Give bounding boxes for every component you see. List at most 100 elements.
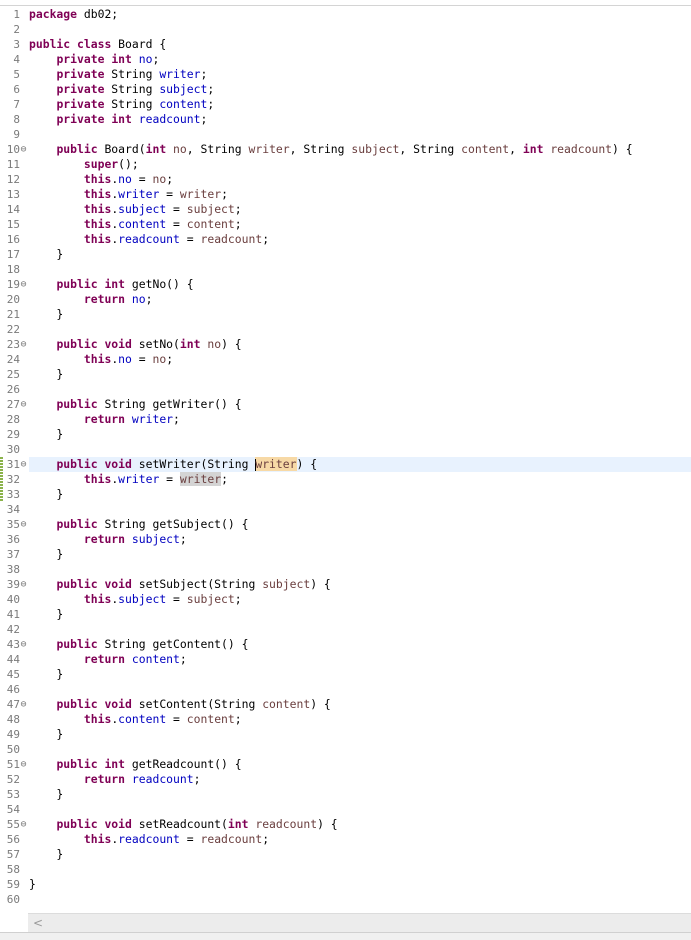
field-token: no — [118, 352, 132, 366]
line-number: 29 — [6, 428, 20, 441]
parameter-token: content — [186, 217, 235, 231]
code-line[interactable]: return writer; — [29, 412, 180, 427]
code-line[interactable]: private String content; — [29, 97, 214, 112]
code-line[interactable]: } — [29, 877, 36, 892]
code-line[interactable]: } — [29, 307, 63, 322]
line-number: 26 — [6, 383, 20, 396]
code-line[interactable]: } — [29, 427, 63, 442]
code-line[interactable]: } — [29, 607, 63, 622]
code-line[interactable]: } — [29, 847, 63, 862]
code-line[interactable]: return subject; — [29, 532, 187, 547]
keyword-token: public — [29, 37, 71, 51]
collapse-minus-icon[interactable]: ⊖ — [19, 142, 28, 157]
code-line[interactable]: super(); — [29, 157, 139, 172]
code-line[interactable]: private String subject; — [29, 82, 214, 97]
line-number: 28 — [6, 413, 20, 426]
field-token: content — [131, 652, 180, 666]
code-line[interactable]: } — [29, 367, 63, 382]
keyword-token: void — [104, 337, 132, 351]
keyword-token: return — [83, 412, 126, 426]
code-line[interactable]: public void setSubject(String subject) { — [29, 577, 330, 592]
scroll-left-arrow-icon[interactable]: < — [32, 915, 44, 931]
code-token: setReadcount( — [131, 817, 228, 831]
code-token: ) { — [296, 457, 318, 471]
field-token: readcount — [118, 232, 180, 246]
collapse-minus-icon[interactable]: ⊖ — [19, 697, 28, 712]
code-token: } — [29, 787, 64, 801]
keyword-token: return — [83, 292, 126, 306]
code-token: setContent(String — [131, 697, 263, 711]
keyword-token: this — [83, 592, 112, 606]
code-editor[interactable]: 1 package db02; 2 3 public class Board {4 pr… — [0, 0, 691, 913]
line-number: 39 — [6, 578, 20, 591]
code-token: } — [29, 247, 64, 261]
code-line[interactable]: } — [29, 667, 63, 682]
code-line[interactable]: public String getContent() { — [29, 637, 248, 652]
code-line[interactable]: public void setReadcount(int readcount) … — [29, 817, 337, 832]
code-line[interactable]: this.subject = subject; — [29, 592, 242, 607]
code-line[interactable]: public String getWriter() { — [29, 397, 241, 412]
code-line[interactable]: public int getReadcount() { — [29, 757, 241, 772]
collapse-minus-icon[interactable]: ⊖ — [19, 817, 28, 832]
collapse-minus-icon[interactable]: ⊖ — [19, 637, 28, 652]
code-line[interactable]: } — [29, 247, 63, 262]
code-line[interactable]: package db02; — [29, 7, 118, 22]
collapse-minus-icon[interactable]: ⊖ — [19, 337, 28, 352]
code-line[interactable]: private int readcount; — [29, 112, 207, 127]
line-number: 9 — [13, 128, 20, 141]
line-number: 55 — [6, 818, 20, 831]
code-line[interactable]: public Board(int no, String writer, Stri… — [29, 142, 632, 157]
code-line[interactable]: } — [29, 727, 63, 742]
keyword-token: public — [56, 277, 98, 291]
code-line[interactable]: this.subject = subject; — [29, 202, 242, 217]
code-line[interactable]: this.readcount = readcount; — [29, 832, 269, 847]
code-line[interactable]: } — [29, 547, 63, 562]
code-line[interactable]: public String getSubject() { — [29, 517, 248, 532]
code-line[interactable]: return no; — [29, 292, 153, 307]
collapse-minus-icon[interactable]: ⊖ — [19, 457, 28, 472]
code-line[interactable]: public void setNo(int no) { — [29, 337, 241, 352]
collapse-minus-icon[interactable]: ⊖ — [19, 517, 28, 532]
code-line[interactable]: this.no = no; — [29, 172, 173, 187]
code-line[interactable]: this.writer = writer; — [29, 187, 228, 202]
code-line[interactable]: private int no; — [29, 52, 159, 67]
collapse-minus-icon[interactable]: ⊖ — [19, 277, 28, 292]
code-line[interactable]: public class Board { — [29, 37, 166, 52]
code-line[interactable]: this.no = no; — [29, 352, 173, 367]
parameter-token: content — [461, 142, 510, 156]
code-line[interactable]: public void setContent(String content) { — [29, 697, 330, 712]
collapse-minus-icon[interactable]: ⊖ — [19, 757, 28, 772]
code-line[interactable]: public int getNo() { — [29, 277, 193, 292]
code-line[interactable]: } — [29, 487, 63, 502]
line-number: 23 — [6, 338, 20, 351]
code-line[interactable]: private String writer; — [29, 67, 207, 82]
parameter-token: readcount — [200, 832, 263, 846]
line-number: 21 — [6, 308, 20, 321]
code-line[interactable]: public void setWriter(String writer) { — [29, 457, 317, 472]
code-line[interactable]: this.content = content; — [29, 712, 242, 727]
line-number: 41 — [6, 608, 20, 621]
code-line[interactable]: this.readcount = readcount; — [29, 232, 269, 247]
collapse-minus-icon[interactable]: ⊖ — [19, 397, 28, 412]
code-line[interactable]: this.writer = writer; — [29, 472, 228, 487]
code-line[interactable]: return content; — [29, 652, 187, 667]
horizontal-scrollbar[interactable]: < — [28, 913, 691, 932]
collapse-minus-icon[interactable]: ⊖ — [19, 577, 28, 592]
code-line[interactable]: this.content = content; — [29, 217, 242, 232]
line-number: 57 — [6, 848, 20, 861]
code-token: ; — [179, 532, 187, 546]
code-line[interactable]: } — [29, 787, 63, 802]
code-token: String — [104, 67, 160, 81]
code-token: = — [179, 232, 201, 246]
code-line[interactable]: return readcount; — [29, 772, 201, 787]
